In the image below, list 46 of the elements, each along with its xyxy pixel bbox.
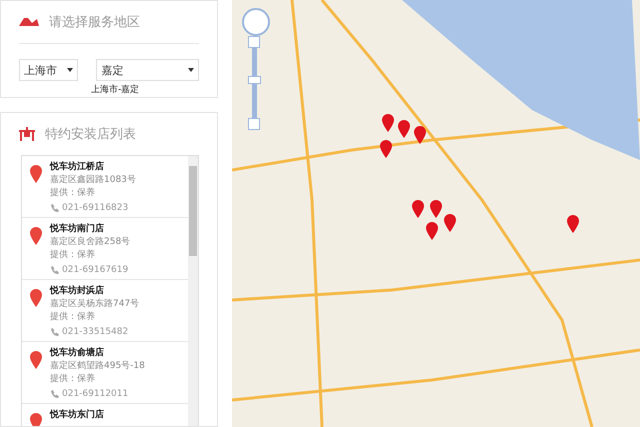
map-pin-icon[interactable] [444,214,456,232]
map-pin-icon[interactable] [412,200,424,218]
phone-icon [50,204,59,212]
store-name: 悦车坊封浜店 [50,285,105,297]
pin-icon [30,165,42,183]
store-phone: 021-69116823 [62,202,128,214]
store-service: 提供：保养 [50,373,96,385]
caret-icon [67,68,74,72]
selected-region: 上海市-嘉定 [90,84,140,96]
zoom-slider[interactable] [248,36,260,130]
store-name: 悦车坊南门店 [50,223,105,235]
store-phone: 021-33515482 [62,326,128,338]
caret-icon [188,68,194,72]
store-phone: 021-69112011 [62,388,128,400]
store-address: 嘉定区鑫园路1083号 [50,174,136,186]
shop-icon [19,127,35,141]
phone-icon [50,328,59,336]
map-pin-icon[interactable] [398,120,410,138]
panel-title: 特约安装店列表 [45,126,136,143]
phone-icon [50,266,59,274]
district-dropdown[interactable]: 嘉定 [96,59,199,81]
logo-icon [19,17,39,27]
store-service: 提供：保养 [50,187,96,199]
store-name: 悦车坊江桥店 [50,161,105,173]
province-dropdown[interactable]: 上海市 [19,59,78,81]
store-name: 悦车坊俞塘店 [50,347,105,359]
store-address: 嘉定区鹤望路495号-18 [50,360,145,372]
map-pin-icon[interactable] [567,215,579,233]
pin-icon [30,289,42,307]
store-phone: 021-69167619 [62,264,128,276]
store-service: 提供：保养 [50,311,96,323]
scrollbar[interactable] [188,156,198,426]
map-pin-icon[interactable] [382,114,394,132]
pin-icon [30,227,42,245]
map-pin-icon[interactable] [430,200,442,218]
panel-title: 请选择服务地区 [49,14,140,31]
map-pin-icon[interactable] [414,126,426,144]
phone-icon [50,390,59,398]
store-name: 悦车坊东门店 [50,409,104,421]
store-address: 嘉定区良舍路258号 [50,236,130,248]
pin-icon [30,413,42,426]
store-service: 提供：保养 [50,249,96,261]
map-pin-icon[interactable] [426,222,438,240]
store-address: 嘉定区吴杨东路747号 [50,298,140,310]
pin-icon [30,351,42,369]
map-pin-icon[interactable] [380,140,392,158]
